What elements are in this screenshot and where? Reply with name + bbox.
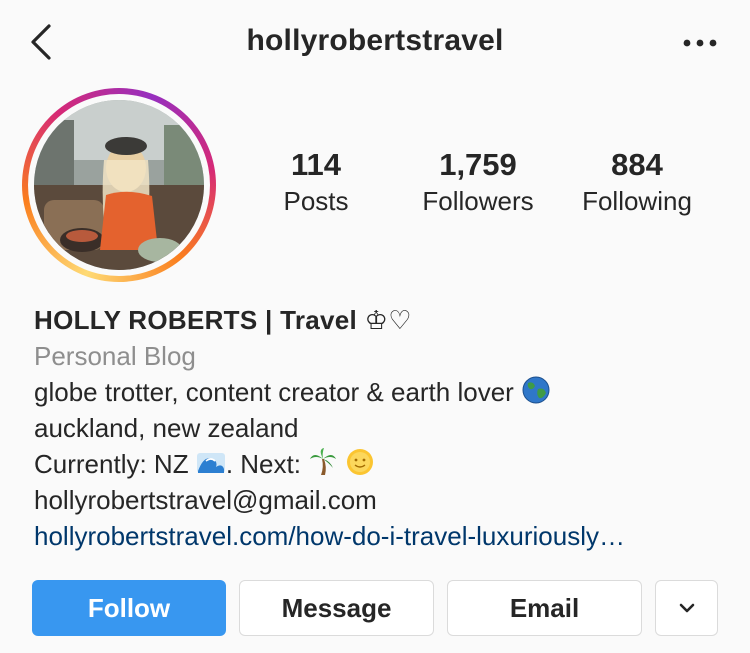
bio-location: auckland, new zealand bbox=[34, 413, 299, 443]
top-bar: hollyrobertstravel bbox=[0, 0, 750, 86]
profile-stats: 114 Posts 1,759 Followers 884 Following bbox=[250, 146, 730, 226]
profile-category: Personal Blog bbox=[34, 341, 196, 371]
globe-emoji bbox=[522, 376, 550, 404]
story-ring[interactable] bbox=[22, 88, 216, 282]
suggested-accounts-button[interactable] bbox=[655, 580, 718, 636]
posts-count: 114 bbox=[290, 147, 341, 182]
stat-posts[interactable]: 114 Posts bbox=[250, 146, 382, 218]
message-button[interactable]: Message bbox=[239, 580, 434, 636]
stat-followers[interactable]: 1,759 Followers bbox=[410, 146, 546, 218]
following-count: 884 bbox=[611, 147, 663, 182]
bio-line: globe trotter, content creator & earth l… bbox=[34, 374, 724, 410]
follow-button[interactable]: Follow bbox=[32, 580, 226, 636]
bio-next-text: . Next: bbox=[225, 449, 301, 479]
wave-emoji bbox=[196, 453, 225, 473]
more-options-button[interactable] bbox=[680, 28, 720, 58]
profile-photo bbox=[34, 100, 204, 270]
profile-name: HOLLY ROBERTS | Travel ♔♡ bbox=[34, 305, 412, 335]
posts-label: Posts bbox=[283, 186, 349, 216]
avatar bbox=[34, 100, 204, 270]
bio-website-link[interactable]: hollyrobertstravel.com/how-do-i-travel-l… bbox=[34, 518, 724, 554]
profile-bio: HOLLY ROBERTS | Travel ♔♡ Personal Blog … bbox=[34, 302, 724, 554]
email-button[interactable]: Email bbox=[447, 580, 642, 636]
bio-currently-text: Currently: NZ bbox=[34, 449, 189, 479]
bio-line-text: globe trotter, content creator & earth l… bbox=[34, 377, 514, 407]
palm-tree-emoji bbox=[310, 448, 337, 475]
sun-emoji bbox=[347, 449, 374, 475]
bio-currently: Currently: NZ . Next: bbox=[34, 446, 724, 482]
followers-count: 1,759 bbox=[439, 147, 517, 182]
profile-username: hollyrobertstravel bbox=[246, 24, 504, 57]
profile-actions: Follow Message Email bbox=[32, 580, 718, 638]
followers-label: Followers bbox=[422, 186, 534, 216]
following-label: Following bbox=[582, 186, 692, 216]
chevron-down-icon bbox=[679, 603, 694, 613]
more-horizontal-icon bbox=[683, 39, 717, 47]
bio-email: hollyrobertstravel@gmail.com bbox=[34, 485, 377, 515]
stat-following[interactable]: 884 Following bbox=[572, 146, 702, 218]
